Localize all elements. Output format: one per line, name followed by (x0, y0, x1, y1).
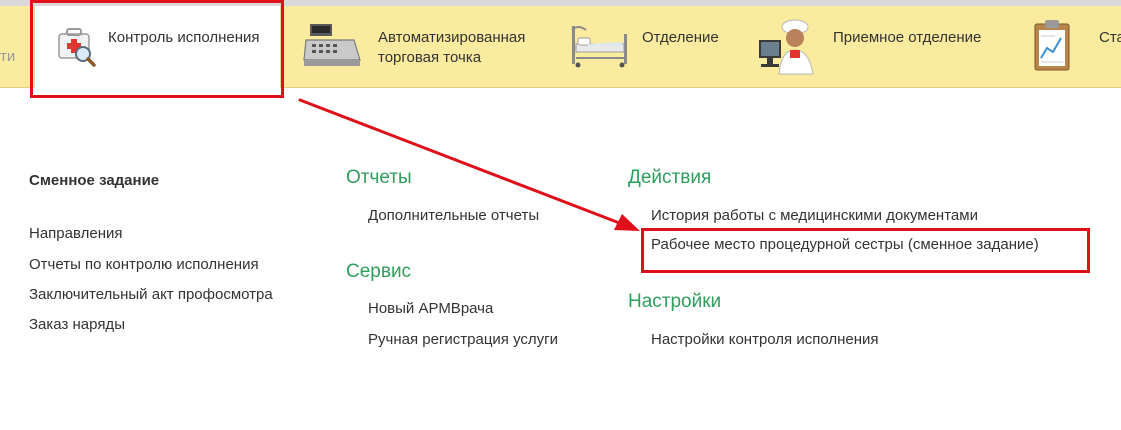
section-panel: ти Контроль исполнения Автоматизированна… (0, 6, 1121, 88)
first-aid-kit-magnifier-icon (53, 24, 97, 73)
hospital-bed-icon (568, 20, 632, 75)
work-orders-link[interactable]: Заказ наряды (29, 316, 125, 333)
final-checkup-act-link[interactable]: Заключительный акт профосмотра (29, 286, 273, 303)
doctor-at-computer-icon (757, 18, 819, 81)
manual-service-registration-link[interactable]: Ручная регистрация услуги (368, 331, 558, 348)
additional-reports-link[interactable]: Дополнительные отчеты (368, 207, 539, 224)
app-window: ти Контроль исполнения Автоматизированна… (0, 0, 1121, 430)
shift-task-link[interactable]: Сменное задание (29, 172, 159, 189)
section-label: Отделение (642, 29, 719, 46)
section-label: Контроль исполнения (108, 29, 260, 46)
group-title-settings: Настройки (628, 291, 722, 312)
clipboard-chart-icon (1029, 18, 1075, 81)
procedural-nurse-workplace-link[interactable]: Рабочее место процедурной сестры (сменно… (651, 236, 1039, 253)
execution-control-settings-link[interactable]: Настройки контроля исполнения (651, 331, 879, 348)
medical-documents-history-link[interactable]: История работы с медицинскими документам… (651, 207, 978, 224)
section-label-line2: торговая точка (378, 49, 482, 66)
group-title-actions: Действия (628, 167, 712, 188)
section-execution-control[interactable]: Контроль исполнения (34, 6, 281, 88)
section-automated-trading-point[interactable]: Автоматизированная торговая точка (298, 6, 548, 88)
section-partial-label[interactable]: ти (0, 48, 15, 65)
section-department[interactable]: Отделение (566, 6, 736, 88)
section-label: Приемное отделение (833, 29, 982, 46)
cash-register-icon (302, 20, 364, 75)
execution-control-reports-link[interactable]: Отчеты по контролю исполнения (29, 256, 259, 273)
group-title-reports: Отчеты (346, 167, 412, 188)
group-title-service: Сервис (346, 261, 412, 282)
section-label-line1: Автоматизированная (378, 29, 526, 46)
section-admission-department[interactable]: Приемное отделение (755, 6, 1005, 88)
directions-link[interactable]: Направления (29, 225, 123, 242)
new-doctor-workstation-link[interactable]: Новый АРМВрача (368, 300, 493, 317)
section-label: Ста (1099, 29, 1121, 46)
section-statistics[interactable]: Ста (1025, 6, 1121, 88)
